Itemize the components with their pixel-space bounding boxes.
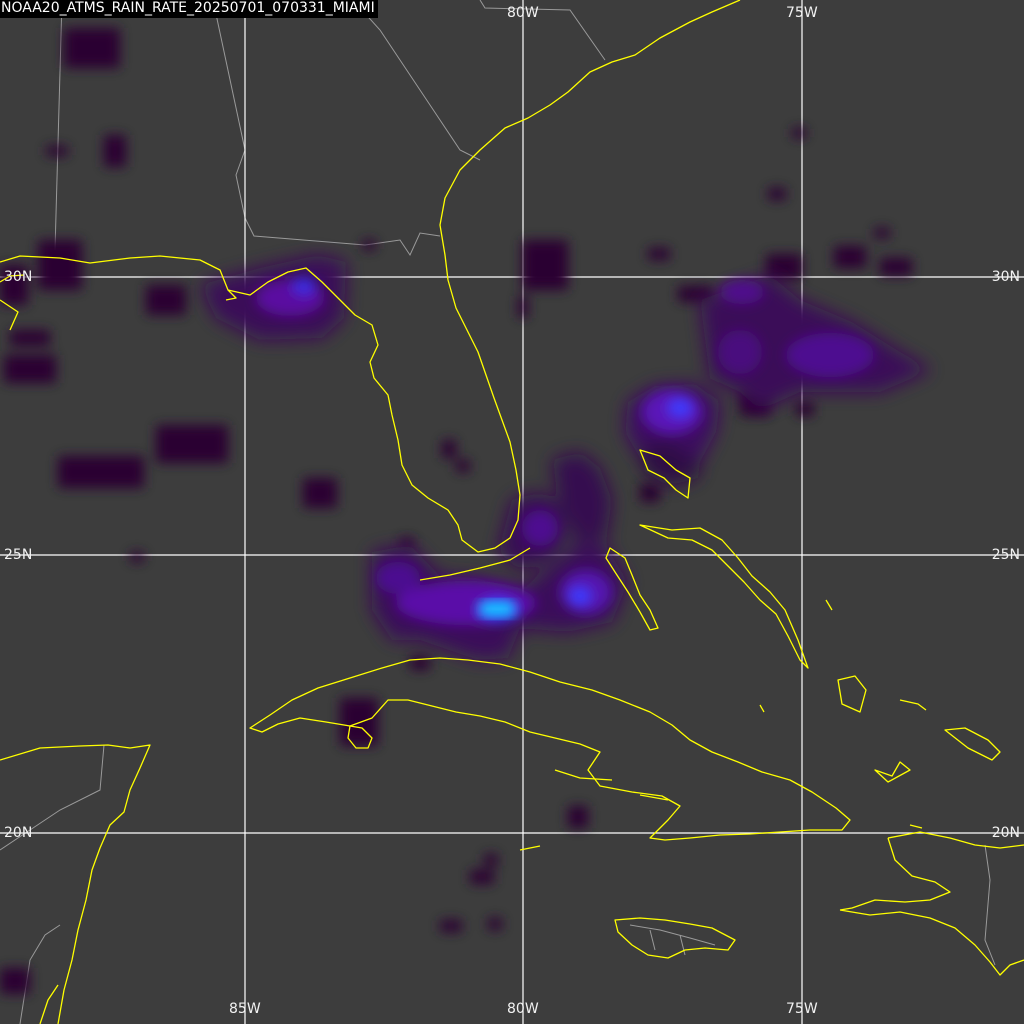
- rain-rate-map: NOAA20_ATMS_RAIN_RATE_20250701_070331_MI…: [0, 0, 1024, 1024]
- rain-cell: [130, 552, 144, 562]
- lon-label-bottom-80w: 80W: [507, 1001, 539, 1017]
- rain-cell: [488, 918, 502, 930]
- rain-cell: [440, 920, 462, 932]
- rain-cell: [10, 330, 50, 346]
- rain-cell: [4, 355, 56, 383]
- rain-core: [569, 587, 591, 605]
- rain-cell: [104, 135, 126, 167]
- rain-cell: [156, 425, 228, 463]
- parish-borders: [629, 924, 716, 956]
- lat-label-left-30n: 30N: [4, 269, 33, 285]
- rain-cell: [796, 402, 814, 416]
- rain-core: [718, 330, 762, 374]
- rain-cell: [880, 258, 912, 276]
- rain-cell: [648, 248, 670, 260]
- lon-label-top-75w: 75W: [786, 5, 818, 21]
- coastline-hispaniola: [839, 831, 1024, 976]
- coastline-yucatan-south: [39, 984, 59, 1024]
- rain-cell: [792, 128, 806, 138]
- rain-cell: [456, 460, 470, 472]
- lat-label-right-20n: 20N: [991, 825, 1020, 841]
- rain-cell: [303, 478, 337, 508]
- coastline-cuba: [249, 657, 851, 841]
- rain-cell: [568, 806, 588, 828]
- lon-label-bottom-75w: 75W: [786, 1001, 818, 1017]
- rain-cell: [362, 240, 376, 250]
- rain-core: [522, 510, 558, 546]
- rain-cell: [874, 228, 890, 238]
- rain-extreme-core: [480, 602, 514, 616]
- rain-cell: [442, 440, 456, 458]
- rain-cell: [470, 870, 494, 884]
- rain-cell: [640, 484, 660, 502]
- rain-cell: [46, 146, 68, 156]
- coastline-bahamas-chain: [639, 524, 809, 669]
- rain-cell: [484, 854, 498, 866]
- state-border: [212, 0, 441, 257]
- rain-rate-field: [0, 28, 932, 994]
- rain-cell: [146, 285, 186, 315]
- rain-cell: [64, 28, 120, 68]
- rain-core: [786, 333, 874, 377]
- rain-cell: [410, 656, 430, 670]
- coastline-turks-caicos: [874, 727, 1001, 829]
- rain-core: [396, 581, 536, 625]
- rain-core: [668, 399, 692, 417]
- lat-label-right-25n: 25N: [991, 547, 1020, 563]
- lon-label-top-80w: 80W: [507, 5, 539, 21]
- coastline-gulf-wiggles: [0, 274, 237, 331]
- map-canvas: [0, 0, 1024, 1024]
- rain-cell: [522, 240, 568, 290]
- rain-cell: [58, 456, 144, 488]
- state-border: [54, 0, 63, 251]
- lat-label-right-30n: 30N: [991, 269, 1020, 285]
- country-border: [984, 844, 996, 966]
- political-borders: [0, 0, 996, 1024]
- lat-label-left-20n: 20N: [4, 825, 33, 841]
- state-border: [352, 0, 481, 161]
- rain-core: [292, 277, 316, 295]
- coastline-jamaica: [614, 917, 736, 959]
- lat-label-left-25n: 25N: [4, 547, 33, 563]
- rain-cell: [766, 254, 802, 280]
- rain-core: [720, 280, 764, 304]
- rain-cell: [834, 246, 866, 268]
- product-title: NOAA20_ATMS_RAIN_RATE_20250701_070331_MI…: [0, 0, 378, 18]
- state-border: [479, 0, 606, 61]
- rain-cell: [768, 188, 786, 200]
- coastline-cuba-cays: [519, 769, 669, 851]
- coastline-bahamas-islets: [759, 599, 927, 713]
- rain-cell: [0, 968, 30, 994]
- rain-cell: [38, 240, 82, 290]
- lon-label-bottom-85w: 85W: [229, 1001, 261, 1017]
- rain-core: [376, 562, 420, 594]
- rain-cell: [518, 296, 528, 318]
- rain-light-cells: [0, 28, 912, 994]
